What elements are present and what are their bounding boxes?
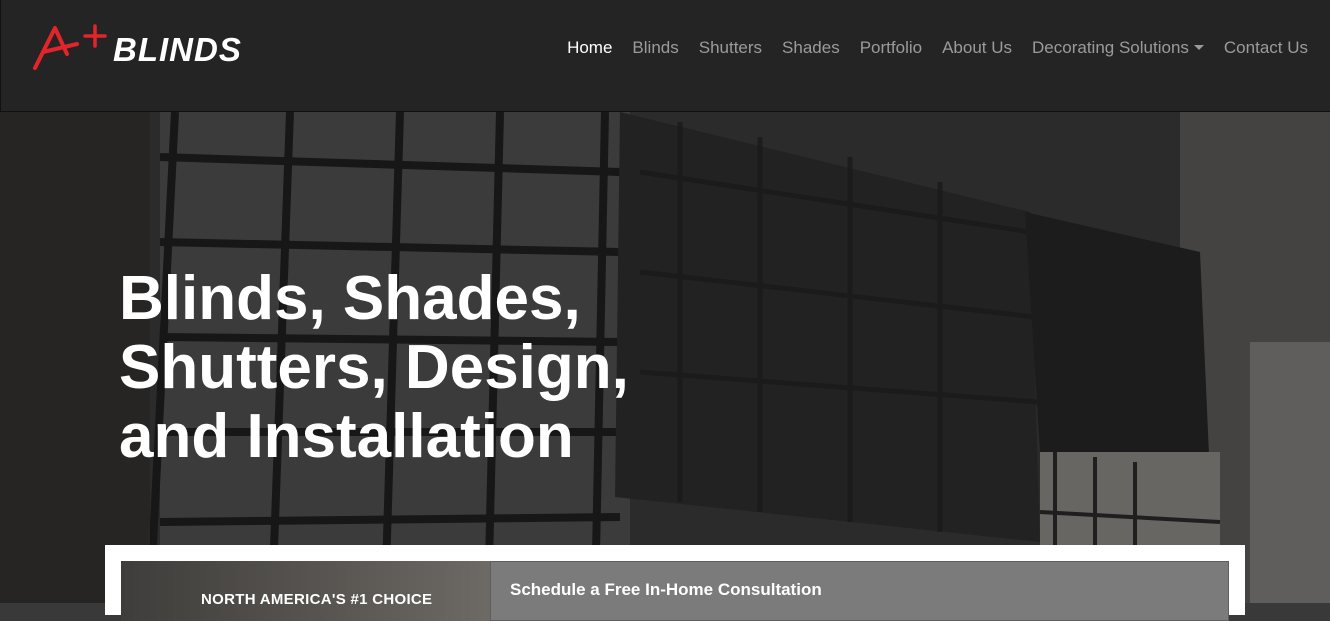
card-kicker-text: NORTH AMERICA'S #1 CHOICE [201,591,433,608]
nav-contact-us[interactable]: Contact Us [1214,36,1318,60]
consultation-form-panel: Schedule a Free In-Home Consultation [490,561,1229,621]
nav-decorating-solutions-label: Decorating Solutions [1032,38,1189,57]
hero-headline: Blinds, Shades, Shutters, Design, and In… [119,264,759,471]
nav-blinds[interactable]: Blinds [622,36,688,60]
hero-headline-line-2: Shutters, Design, [119,333,629,402]
nav-about-us[interactable]: About Us [932,36,1022,60]
hero-banner: Blinds, Shades, Shutters, Design, and In… [0,112,1330,603]
consultation-form-title: Schedule a Free In-Home Consultation [510,580,822,599]
a-plus-logo-icon [33,24,107,70]
main-nav: Home Blinds Shutters Shades Portfolio Ab… [557,36,1318,60]
navbar: BLINDS Home Blinds Shutters Shades Portf… [0,0,1330,112]
site-logo[interactable]: BLINDS [33,22,273,74]
nav-decorating-solutions[interactable]: Decorating Solutions [1022,36,1214,60]
nav-shades[interactable]: Shades [772,36,850,60]
consultation-card: NORTH AMERICA'S #1 CHOICE Schedule a Fre… [105,545,1245,621]
card-image: NORTH AMERICA'S #1 CHOICE [121,561,490,621]
nav-portfolio[interactable]: Portfolio [850,36,932,60]
logo-wordmark: BLINDS [113,31,242,68]
nav-home[interactable]: Home [557,36,622,60]
nav-shutters[interactable]: Shutters [689,36,772,60]
caret-down-icon [1193,45,1204,50]
hero-headline-line-1: Blinds, Shades, [119,264,581,333]
hero-headline-line-3: and Installation [119,402,574,471]
